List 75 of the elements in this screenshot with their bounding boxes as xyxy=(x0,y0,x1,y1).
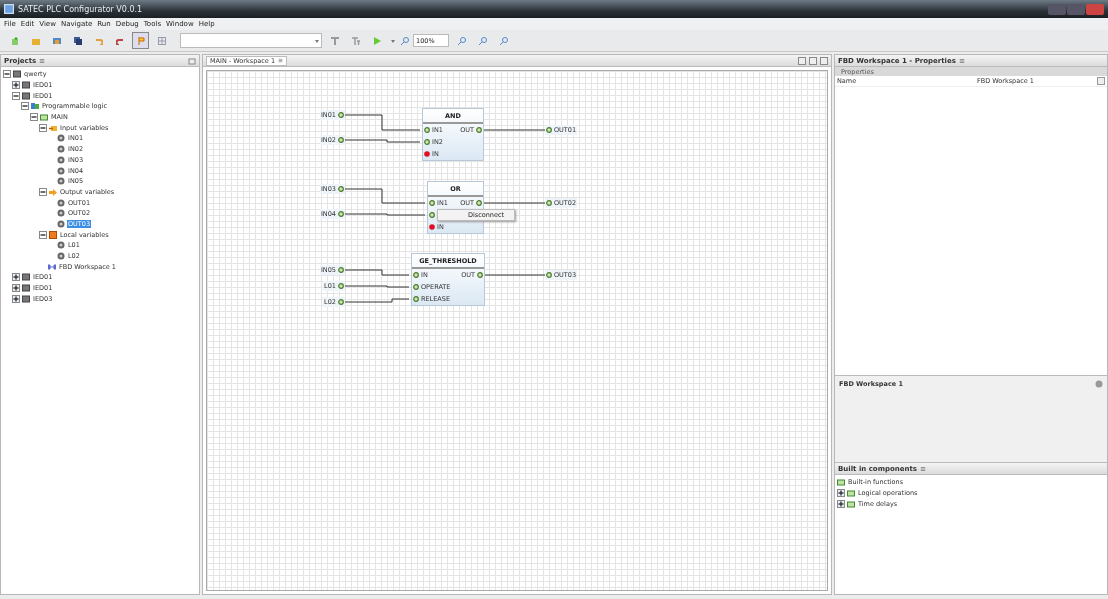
wire xyxy=(342,298,410,303)
output-folder-icon xyxy=(49,187,57,196)
pin-icon[interactable] xyxy=(338,211,344,217)
pin-icon[interactable] xyxy=(338,299,344,305)
pin-icon[interactable] xyxy=(338,283,344,289)
play-icon xyxy=(372,36,381,45)
unconnected-pin-icon[interactable] xyxy=(424,151,430,157)
expand-icon[interactable] xyxy=(12,81,20,90)
grid-icon xyxy=(157,36,166,45)
import-icon xyxy=(52,36,61,45)
wire xyxy=(483,202,546,204)
output-pin-icon[interactable] xyxy=(476,127,482,133)
wire xyxy=(342,285,410,288)
output-pin-icon[interactable] xyxy=(476,200,482,206)
pin-icon[interactable] xyxy=(338,137,344,143)
zoom-icon xyxy=(478,36,487,45)
tab-list-icon xyxy=(809,56,817,65)
wire xyxy=(342,269,410,276)
output-pin-icon[interactable] xyxy=(477,272,483,278)
expand-icon[interactable] xyxy=(12,273,20,282)
connected-pin-icon[interactable] xyxy=(413,284,419,290)
collapse-icon[interactable] xyxy=(39,123,47,132)
scroll-tabs-icon xyxy=(798,56,806,65)
pin-icon[interactable] xyxy=(338,267,344,273)
connected-pin-icon[interactable] xyxy=(424,139,430,145)
zoom-icon xyxy=(499,36,508,45)
info-icon xyxy=(1095,380,1103,388)
connected-pin-icon[interactable] xyxy=(429,200,435,206)
unconnected-pin-icon[interactable] xyxy=(429,224,435,230)
zoom-icon xyxy=(457,36,466,45)
redo-icon xyxy=(115,36,124,45)
t-icon xyxy=(330,36,339,45)
dropdown-field[interactable] xyxy=(180,33,322,48)
workspace-icon xyxy=(48,262,56,271)
save-icon xyxy=(73,36,82,45)
panel-menu-icon xyxy=(39,57,46,64)
minimize-icon xyxy=(188,56,196,65)
folder-icon xyxy=(31,36,40,45)
local-folder-icon xyxy=(49,230,57,239)
pin-icon[interactable] xyxy=(546,127,552,133)
new-project-icon xyxy=(10,36,19,45)
expand-icon[interactable] xyxy=(837,489,845,498)
connected-pin-icon[interactable] xyxy=(413,272,419,278)
wire xyxy=(484,274,546,276)
close-icon xyxy=(278,58,284,63)
t-stack-icon xyxy=(351,36,360,45)
collapse-icon[interactable] xyxy=(12,91,20,100)
connected-pin-icon[interactable] xyxy=(424,127,430,133)
collapse-icon[interactable] xyxy=(39,230,47,239)
window-title: SATEC PLC Configurator V0.0.1 xyxy=(18,4,143,14)
flag-toggle-button[interactable] xyxy=(132,32,149,49)
collapse-icon[interactable] xyxy=(3,70,11,79)
expand-icon[interactable] xyxy=(12,294,20,303)
collapse-icon[interactable] xyxy=(30,113,38,122)
folder-icon xyxy=(40,113,48,122)
expand-icon[interactable] xyxy=(837,499,845,508)
panel-menu-icon xyxy=(958,57,965,64)
collapse-icon[interactable] xyxy=(39,187,47,196)
flag-icon xyxy=(136,36,145,45)
maximize-panel-icon xyxy=(820,56,828,65)
panel-menu-icon xyxy=(920,465,927,472)
input-folder-icon xyxy=(49,123,57,132)
undo-icon xyxy=(94,36,103,45)
connected-pin-icon[interactable] xyxy=(429,212,435,218)
pin-icon[interactable] xyxy=(546,200,552,206)
connected-pin-icon[interactable] xyxy=(413,296,419,302)
wire xyxy=(483,129,546,131)
expand-icon[interactable] xyxy=(12,284,20,293)
pin-icon[interactable] xyxy=(546,272,552,278)
app-icon xyxy=(4,4,14,14)
pin-icon[interactable] xyxy=(338,112,344,118)
pin-icon[interactable] xyxy=(338,186,344,192)
collapse-icon[interactable] xyxy=(21,102,29,111)
zoom-icon xyxy=(401,36,409,45)
logic-icon xyxy=(31,102,39,111)
